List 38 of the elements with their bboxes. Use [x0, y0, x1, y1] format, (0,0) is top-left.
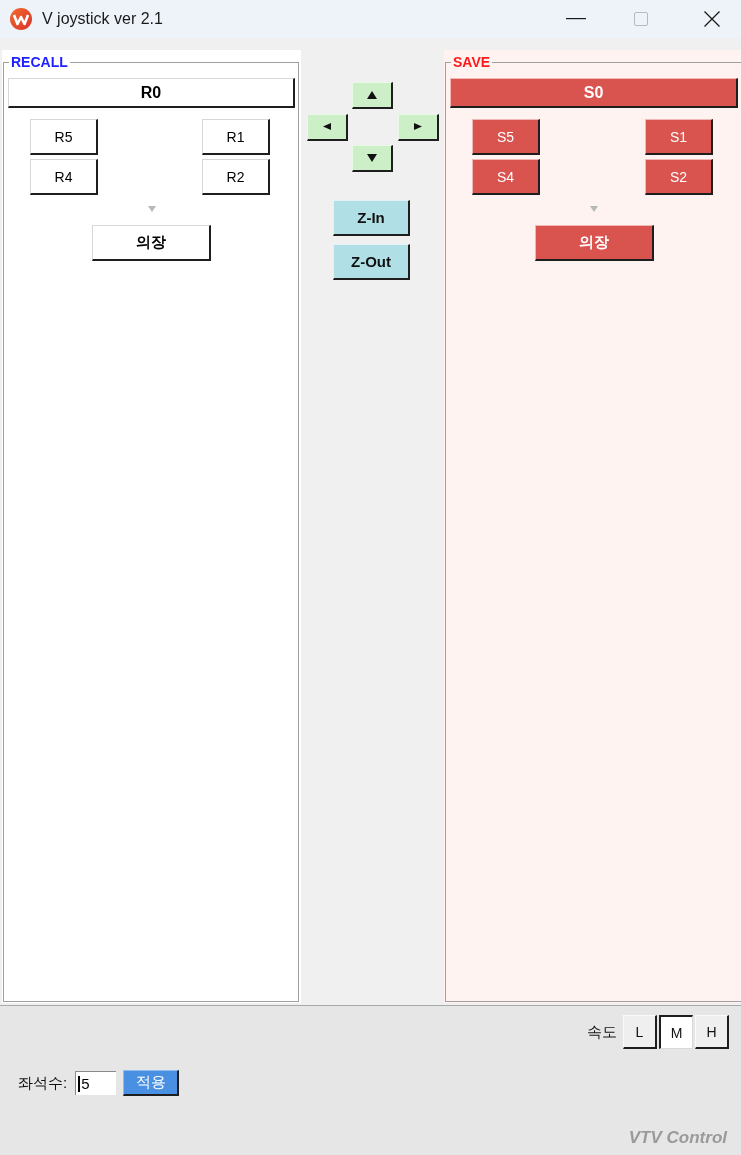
preset-button[interactable]: S5 [472, 119, 540, 155]
group-legend: RECALL [9, 54, 70, 70]
close-icon[interactable] [704, 11, 720, 27]
right-arrow-button[interactable] [397, 113, 439, 141]
app-logo-icon [10, 8, 32, 30]
left-triangle-icon [322, 123, 331, 130]
down-triangle-icon [147, 206, 156, 212]
chairman-button[interactable]: 의장 [92, 225, 211, 261]
group-legend: SAVE [451, 54, 493, 70]
up-arrow-button[interactable] [352, 82, 393, 109]
speed-button[interactable]: M [659, 1015, 693, 1049]
preset-button[interactable]: S2 [645, 159, 713, 195]
speed-button[interactable]: H [695, 1015, 729, 1049]
minimize-icon[interactable] [566, 18, 586, 20]
right-triangle-icon [413, 123, 422, 130]
down-triangle-icon [367, 154, 377, 162]
speed-label: 속도 [587, 1022, 617, 1042]
text-cursor-icon [78, 1075, 81, 1092]
window-title: V joystick ver 2.1 [42, 10, 163, 28]
down-arrow-button[interactable] [352, 145, 393, 172]
zoom-button[interactable]: Z-In [333, 200, 410, 236]
brand-text: VTV Control [628, 1128, 729, 1149]
preset-button[interactable]: R1 [202, 119, 270, 155]
seat-count-label: 좌석수: [18, 1073, 68, 1093]
preset-button[interactable]: R4 [30, 159, 98, 195]
preset-button[interactable]: S4 [472, 159, 540, 195]
preset-button[interactable]: R5 [30, 119, 98, 155]
preset-button[interactable]: R0 [8, 78, 295, 108]
preset-button[interactable]: R2 [202, 159, 270, 195]
zoom-button[interactable]: Z-Out [333, 244, 410, 280]
up-triangle-icon [367, 91, 377, 99]
speed-button[interactable]: L [623, 1015, 657, 1049]
seat-count-field[interactable]: 5 [75, 1071, 117, 1095]
left-arrow-button[interactable] [306, 113, 348, 141]
preset-button[interactable]: S0 [450, 78, 738, 108]
preset-button[interactable]: S1 [645, 119, 713, 155]
chairman-button[interactable]: 의장 [534, 225, 654, 261]
down-triangle-icon [590, 206, 598, 212]
